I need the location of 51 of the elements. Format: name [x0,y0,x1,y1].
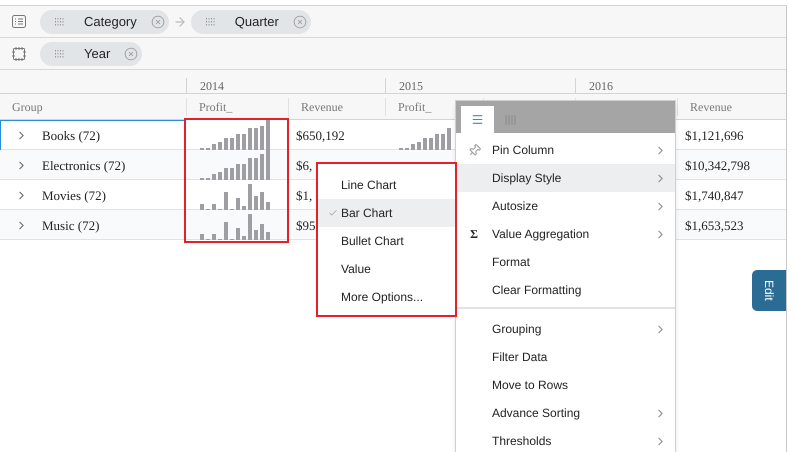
remove-icon[interactable] [124,46,138,60]
arrow-icon [172,14,187,28]
menu-item[interactable]: Move to Rows [456,371,675,399]
columns-icon [505,114,516,124]
revenue-cell-text: $6, [296,156,312,175]
submenu-item[interactable]: Bar Chart [318,199,455,227]
revenue-cell-text: $1, [296,186,312,205]
column-header[interactable]: Revenue [301,100,343,114]
year-header: 2015 [399,79,423,93]
column-header[interactable]: Group [12,100,43,114]
check-icon [328,208,338,218]
remove-icon[interactable] [150,14,165,28]
menu-item[interactable]: Grouping [456,315,675,343]
column-header[interactable]: Profit_ [398,100,432,114]
sparkline-drawing [200,150,270,180]
menu-icon [471,113,484,126]
revenue-cell-text: $10,342,798 [685,156,750,175]
submenu-item[interactable]: Bullet Chart [318,227,455,255]
revenue-cell-text: $1,121,696 [685,126,744,145]
revenue-cell-text: $95 [296,216,316,235]
group-row-header[interactable]: Movies (72) [0,180,186,211]
menu-item[interactable]: Advance Sorting [456,399,675,427]
menu-item[interactable]: Format [456,248,675,276]
columns-icon [12,46,26,60]
edit-tab[interactable]: Edit [752,270,786,311]
field-chip[interactable]: Year [40,42,142,66]
menu-item[interactable]: Autosize [456,192,675,220]
remove-icon[interactable] [292,14,307,28]
rows-icon [12,15,26,28]
group-row-header[interactable]: Music (72) [0,210,186,241]
field-chip[interactable]: Quarter [190,10,311,34]
menu-item[interactable]: Σ Value Aggregation [456,220,675,248]
menu-item[interactable]: Pin Column [456,136,675,164]
column-header[interactable]: Profit_ [199,100,232,114]
revenue-cell-text: $1,740,847 [685,186,744,205]
column-header[interactable]: Revenue [690,100,732,114]
group-row-header[interactable]: Electronics (72) [0,150,186,181]
field-chip[interactable]: Category [40,10,169,34]
revenue-cell-text: $650,192 [296,126,345,145]
submenu-item[interactable]: Value [318,255,455,283]
year-header: 2014 [200,79,224,93]
sparkline-drawing [200,120,270,150]
menu-tab[interactable] [461,106,494,133]
revenue-cell-text: $1,653,523 [685,216,744,235]
menu-item[interactable]: Clear Formatting [456,276,675,304]
menu-item[interactable]: Thresholds [456,427,675,452]
menu-item[interactable]: Display Style [456,164,675,192]
submenu-item[interactable]: Line Chart [318,171,455,199]
year-header: 2016 [589,79,613,93]
menu-item[interactable]: Filter Data [456,343,675,371]
submenu-item[interactable]: More Options... [318,283,455,311]
